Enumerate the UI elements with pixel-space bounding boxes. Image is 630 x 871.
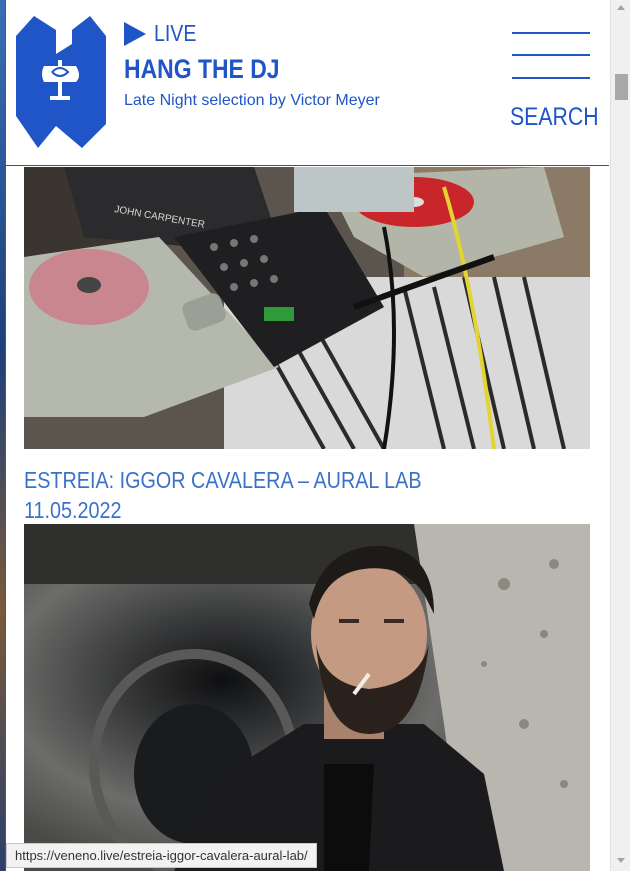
scrollbar-thumb[interactable] bbox=[615, 74, 628, 100]
menu-icon[interactable] bbox=[512, 30, 590, 82]
scroll-down-arrow-icon[interactable] bbox=[617, 858, 625, 863]
live-indicator[interactable]: LIVE bbox=[124, 20, 204, 47]
logo[interactable] bbox=[16, 16, 106, 148]
portrait-illustration bbox=[24, 524, 590, 871]
scroll-up-arrow-icon[interactable] bbox=[617, 5, 625, 10]
menu-line bbox=[512, 77, 590, 79]
show-title: HANG THE DJ bbox=[124, 54, 280, 84]
play-icon[interactable] bbox=[124, 21, 146, 46]
post-title-link[interactable]: ESTREIA: IGGOR CAVALERA – AURAL LAB bbox=[24, 466, 422, 495]
search-button[interactable]: SEARCH bbox=[510, 103, 599, 132]
menu-line bbox=[512, 32, 590, 34]
live-label: LIVE bbox=[154, 20, 197, 46]
dj-setup-illustration: JOHN CARPENTER bbox=[24, 167, 590, 449]
browser-window: JOHN CARPENTER ESTREIA: IGGOR CAVALERA –… bbox=[5, 0, 630, 871]
status-bar-url: https://veneno.live/estreia-iggor-cavale… bbox=[6, 843, 317, 868]
post-date: 11.05.2022 bbox=[24, 497, 122, 523]
vertical-scrollbar[interactable] bbox=[610, 0, 630, 871]
show-subtitle: Late Night selection by Victor Meyer bbox=[124, 92, 380, 109]
post-image-dj-setup[interactable]: JOHN CARPENTER bbox=[24, 167, 590, 449]
site-header: LIVE HANG THE DJ Late Night selection by… bbox=[6, 0, 609, 166]
menu-line bbox=[512, 54, 590, 56]
post-image-portrait[interactable] bbox=[24, 524, 590, 871]
